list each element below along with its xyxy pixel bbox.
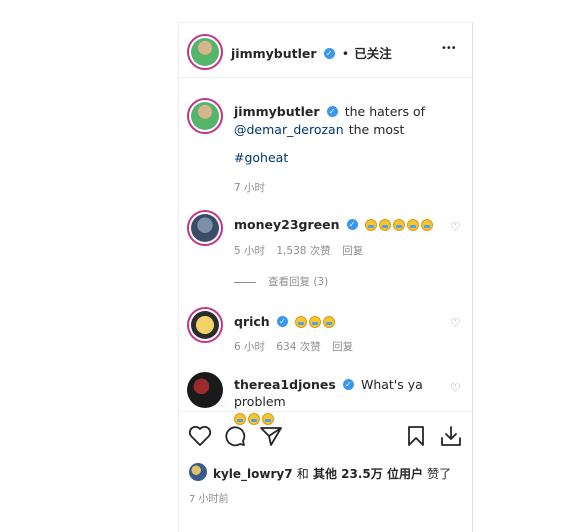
likes-conj: 和 (296, 467, 309, 481)
comment-time[interactable]: 6 小时 (234, 341, 265, 353)
header-user-line: jimmybutler ✓ • 已关注 (231, 43, 392, 62)
liker-username[interactable]: kyle_lowry7 (213, 467, 293, 481)
comment-meta: 6 小时 634 次赞 回复 (234, 339, 361, 354)
view-replies-label: 查看回复 (3) (268, 276, 329, 288)
comment-avatar[interactable] (187, 210, 223, 246)
likes-others-link[interactable]: 其他 23.5万 位用户 (313, 467, 423, 481)
comment-like-heart-icon[interactable]: ♡ (450, 220, 461, 234)
comment-like-heart-icon[interactable]: ♡ (450, 316, 461, 330)
header-username[interactable]: jimmybutler (231, 46, 317, 61)
caption-hashtag-link[interactable]: #goheat (234, 150, 288, 165)
likes-summary: kyle_lowry7 和 其他 23.5万 位用户 赞了 (213, 465, 451, 482)
crying-laughing-emoji-icon (378, 218, 391, 231)
caption-text: jimmybutler ✓ the haters of @demar_deroz… (234, 102, 454, 138)
caption-mention-link[interactable]: @demar_derozan (234, 122, 344, 137)
comment-username[interactable]: qrich (234, 314, 270, 329)
comments-divider (179, 411, 472, 412)
more-options-icon[interactable]: ••• (441, 43, 457, 54)
caption-username[interactable]: jimmybutler (234, 104, 320, 119)
verified-badge-icon: ✓ (323, 48, 335, 59)
crying-laughing-emoji-icon (248, 412, 260, 425)
post-time[interactable]: 7 小时前 (189, 490, 229, 505)
header-separator: • (341, 46, 350, 61)
caption-text-after: the most (348, 122, 405, 137)
header-divider (179, 77, 472, 78)
comment-reply-button[interactable]: 回复 (342, 245, 363, 257)
comment-username[interactable]: money23green (234, 217, 340, 232)
send-icon[interactable] (259, 425, 283, 447)
comment-likes[interactable]: 634 次赞 (276, 341, 320, 353)
crying-laughing-emoji-icon (262, 412, 274, 425)
comment-like-heart-icon[interactable]: ♡ (450, 381, 461, 395)
comment-time[interactable]: 5 小时 (234, 245, 265, 257)
crying-laughing-emoji-icon (234, 412, 246, 425)
comment-avatar[interactable] (187, 372, 223, 408)
comment-icon[interactable] (223, 425, 247, 447)
comment-reply-button[interactable]: 回复 (332, 341, 353, 353)
crying-laughing-emoji-icon (322, 315, 335, 328)
follow-status-button[interactable]: 已关注 (354, 46, 392, 61)
crying-laughing-emoji-icon (406, 218, 419, 231)
verified-badge-icon: ✓ (276, 316, 288, 327)
comment-likes[interactable]: 1,538 次赞 (276, 245, 330, 257)
crying-laughing-emoji-icon (308, 315, 321, 328)
view-replies-button[interactable]: 查看回复 (3) (234, 274, 336, 289)
likes-liked: 赞了 (427, 467, 452, 481)
emoji-group (364, 214, 435, 233)
verified-badge-icon: ✓ (342, 379, 354, 390)
crying-laughing-emoji-icon (364, 218, 377, 231)
verified-badge-icon: ✓ (346, 219, 358, 230)
comment-body: therea1djones ✓ What's ya problem (234, 376, 444, 426)
verified-badge-icon: ✓ (326, 106, 338, 117)
comment-body: money23green ✓ (234, 214, 435, 233)
caption-time[interactable]: 7 小时 (234, 180, 265, 195)
bookmark-icon[interactable] (405, 425, 427, 447)
crying-laughing-emoji-icon (420, 218, 433, 231)
comment-username[interactable]: therea1djones (234, 377, 336, 392)
post-panel: jimmybutler ✓ • 已关注 ••• jimmybutler ✓ th… (178, 22, 473, 532)
comment-meta: 5 小时 1,538 次赞 回复 (234, 243, 371, 258)
crying-laughing-emoji-icon (294, 315, 307, 328)
replies-line (234, 281, 256, 283)
comment-body: qrich ✓ (234, 311, 337, 330)
liker-avatar[interactable] (189, 463, 207, 481)
header-avatar[interactable] (187, 34, 223, 70)
heart-icon[interactable] (188, 425, 212, 447)
download-icon[interactable] (439, 424, 463, 448)
caption-avatar[interactable] (187, 98, 223, 134)
comment-avatar[interactable] (187, 307, 223, 343)
crying-laughing-emoji-icon (392, 218, 405, 231)
caption-text-before: the haters of (344, 104, 426, 119)
